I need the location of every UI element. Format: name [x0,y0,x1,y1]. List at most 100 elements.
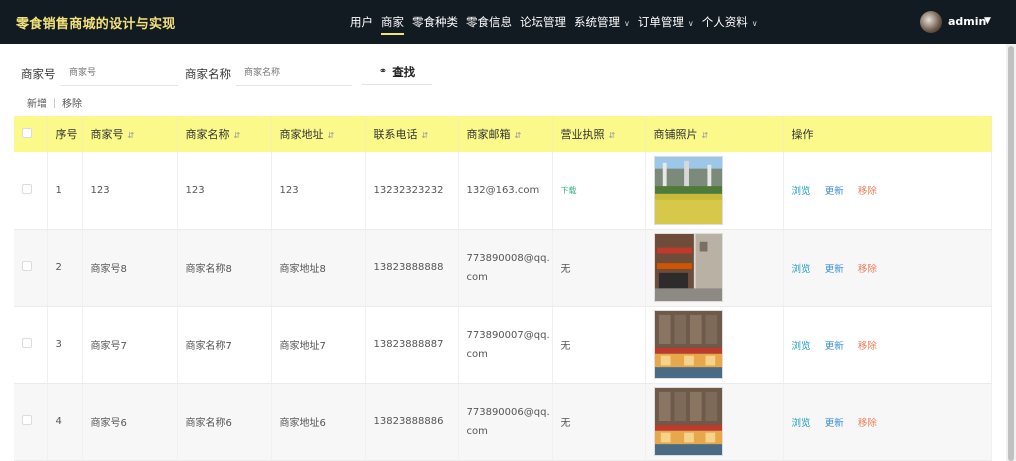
shop-photo[interactable] [653,310,723,379]
row-checkbox[interactable] [22,338,32,348]
sort-icon[interactable]: ⇵ [422,131,429,140]
ops-cell: 浏览 更新 移除 [783,229,992,307]
shop-photo[interactable] [653,155,723,225]
column-header-address[interactable]: 商家地址 ⇵ [271,116,366,152]
remove-button[interactable]: 移除 [858,418,877,429]
row-select-cell[interactable] [14,306,48,384]
phone-cell: 13232323232 [365,152,459,230]
address-value: 商家地址8 [279,264,326,275]
view-button[interactable]: 浏览 [792,264,811,275]
remove-button[interactable]: 移除 [858,186,877,197]
license-cell: 无 [552,229,646,307]
bulk-remove-button[interactable]: 移除 [62,95,82,110]
column-header-label: 商家名称 [185,128,230,141]
avatar[interactable] [920,11,942,33]
column-header-photo[interactable]: 商铺照片 ⇵ [645,116,784,152]
row-checkbox[interactable] [22,415,32,425]
nav-item-label: 用户 [350,15,373,29]
nav-item-forum[interactable]: 论坛管理 [520,0,566,44]
row-select-cell[interactable] [14,152,48,230]
merchant-no-input[interactable] [61,60,178,86]
view-button[interactable]: 浏览 [792,186,811,197]
merchant-no-value: 商家号8 [90,264,127,275]
column-header-ops: 操作 [783,116,992,152]
sort-icon[interactable]: ⇵ [515,131,522,140]
nav-item-orders[interactable]: 订单管理 ∨ [638,0,694,44]
merchant-name-cell: 商家名称8 [177,229,272,307]
license-download-link[interactable]: 下载 [561,186,577,195]
row-select-cell[interactable] [14,383,48,461]
seq-value: 2 [55,262,62,273]
merchant-no-value: 商家号6 [90,418,127,429]
merchant-name-input[interactable] [236,60,352,86]
ops-cell: 浏览 更新 移除 [783,383,992,461]
phone-value: 13823888887 [373,339,444,350]
update-button[interactable]: 更新 [825,186,844,197]
nav-item-profile[interactable]: 个人资料 ∨ [702,0,758,44]
column-header-phone[interactable]: 联系电话 ⇵ [365,116,459,152]
seq-cell: 4 [47,383,83,461]
nav-item-users[interactable]: 用户 [350,0,373,44]
merchant-name-cell: 商家名称6 [177,383,272,461]
column-header-merchant-name[interactable]: 商家名称 ⇵ [177,116,272,152]
seq-value: 4 [55,416,62,427]
address-value: 123 [279,184,299,196]
header-select-all[interactable] [14,116,48,152]
shop-photo[interactable] [653,387,723,456]
merchant-no-label: 商家号 [21,67,56,81]
sort-icon[interactable]: ⇵ [328,131,335,140]
address-cell: 商家地址8 [271,229,366,307]
email-cell: 773890008@qq.com [458,229,553,307]
add-button[interactable]: 新增 [27,95,47,110]
address-value: 商家地址6 [279,418,326,429]
vertical-scrollbar-thumb[interactable] [1008,46,1014,461]
ops-cell: 浏览 更新 移除 [783,306,992,384]
nav-item-system[interactable]: 系统管理 ∨ [574,0,630,44]
nav-item-snack-categories[interactable]: 零食种类 [412,0,458,44]
caret-down-icon[interactable]: ▼ [984,16,991,26]
merchant-name-label: 商家名称 [185,67,231,81]
seq-value: 3 [55,339,62,350]
view-button[interactable]: 浏览 [792,341,811,352]
update-button[interactable]: 更新 [825,341,844,352]
nav-item-merchants[interactable]: 商家 [381,0,404,44]
column-header-email[interactable]: 商家邮箱 ⇵ [458,116,553,152]
table-row: 3 商家号7 商家名称7 商家地址7 13823888887 773890007… [14,306,992,384]
sort-icon[interactable]: ⇵ [234,131,241,140]
sort-icon[interactable]: ⇵ [128,131,135,140]
main-nav: 用户 商家 零食种类 零食信息 论坛管理 系统管理 ∨ 订单管理 ∨ 个人资料 ∨ [350,0,766,44]
phone-value: 13823888888 [373,262,444,273]
email-value: 773890008@qq.com [466,252,550,283]
view-button[interactable]: 浏览 [792,418,811,429]
nav-item-label: 个人资料 [701,15,748,29]
column-header-merchant-no[interactable]: 商家号 ⇵ [82,116,178,152]
row-select-cell[interactable] [14,229,48,307]
nav-item-snack-info[interactable]: 零食信息 [466,0,512,44]
shop-photo[interactable] [653,233,723,302]
phone-value: 13232323232 [373,184,444,196]
remove-button[interactable]: 移除 [858,264,877,275]
select-all-checkbox[interactable] [22,127,32,138]
update-button[interactable]: 更新 [825,418,844,429]
email-value: 773890007@qq.com [466,329,550,360]
merchant-no-value: 商家号7 [90,341,127,352]
seq-cell: 2 [47,229,83,307]
address-cell: 商家地址7 [271,306,366,384]
bulk-actions: 新增 移除 [27,95,82,110]
column-header-license[interactable]: 营业执照 ⇵ [552,116,646,152]
sort-icon[interactable]: ⇵ [609,131,616,140]
row-checkbox[interactable] [22,183,32,194]
table-row: 4 商家号6 商家名称6 商家地址6 13823888886 773890006… [14,383,992,461]
sort-icon[interactable]: ⇵ [702,131,709,140]
column-header-label: 营业执照 [560,128,605,141]
row-checkbox[interactable] [22,261,32,271]
user-menu[interactable]: admin [948,15,986,28]
update-button[interactable]: 更新 [825,264,844,275]
phone-cell: 13823888888 [365,229,459,307]
column-header-label: 序号 [55,127,78,141]
photo-cell [645,152,784,230]
license-cell: 无 [552,383,646,461]
remove-button[interactable]: 移除 [858,341,877,352]
seq-cell: 3 [47,306,83,384]
search-button[interactable]: ⚭ 查找 [362,59,432,85]
